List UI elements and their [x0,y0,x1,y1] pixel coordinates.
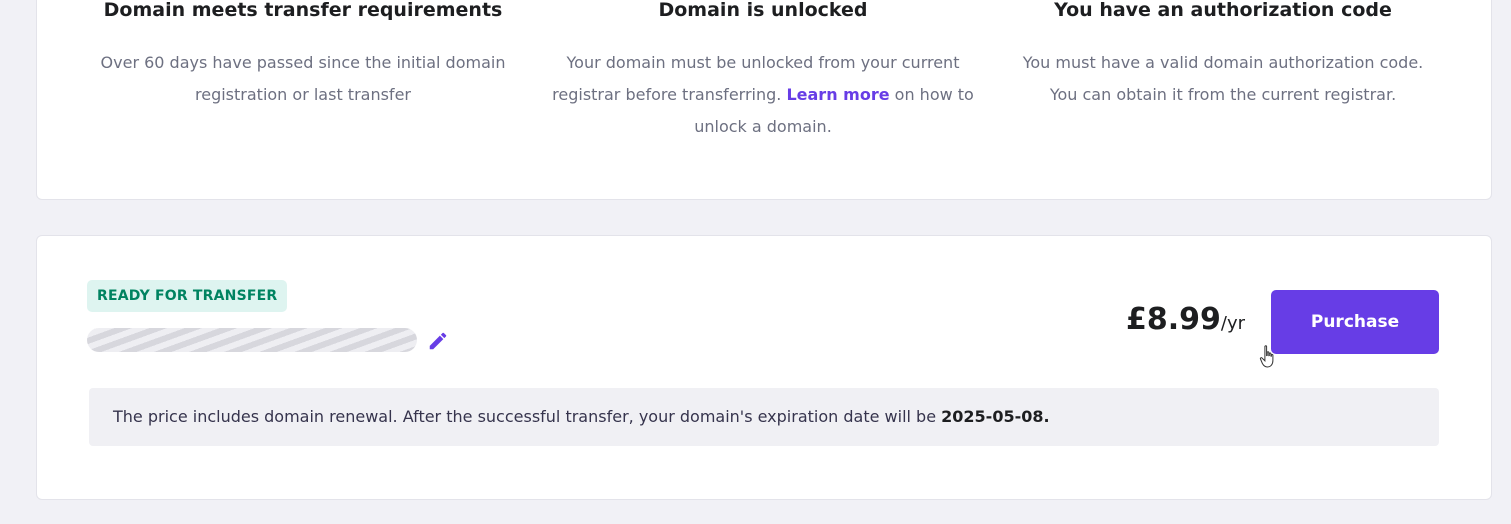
requirement-title: Domain meets transfer requirements [103,0,503,21]
renewal-info-box: The price includes domain renewal. After… [89,388,1439,446]
hand-pointer-icon [1259,344,1279,370]
learn-more-link[interactable]: Learn more [786,85,889,104]
price-amount: £8.99 [1125,302,1221,337]
requirement-transfer-eligibility: Domain meets transfer requirements Over … [83,0,523,111]
transfer-requirements-card: Domain meets transfer requirements Over … [36,0,1492,200]
purchase-button[interactable]: Purchase [1271,290,1439,354]
requirement-title: You have an authorization code [1054,0,1392,21]
domain-transfer-card: READY FOR TRANSFER £8.99/yr Purchase The… [36,235,1492,500]
requirement-description: Over 60 days have passed since the initi… [88,47,518,111]
requirement-domain-unlocked: Domain is unlocked Your domain must be u… [543,0,983,143]
requirement-description: You must have a valid domain authorizati… [1008,47,1438,111]
price-period: /yr [1220,313,1245,334]
requirement-auth-code: You have an authorization code You must … [1003,0,1443,111]
requirement-text: Over 60 days have passed since the initi… [100,53,506,104]
requirement-title: Domain is unlocked [658,0,868,21]
price: £8.99/yr [1126,302,1245,337]
requirement-text: You must have a valid domain authorizati… [1022,53,1424,104]
domain-name-redacted [87,328,417,352]
renewal-info-text: The price includes domain renewal. After… [113,407,937,426]
pencil-icon[interactable] [427,330,449,352]
status-badge: READY FOR TRANSFER [87,280,288,312]
expiration-date: 2025-05-08. [941,407,1050,426]
page: Domain meets transfer requirements Over … [0,0,1511,524]
requirement-description: Your domain must be unlocked from your c… [548,47,978,143]
